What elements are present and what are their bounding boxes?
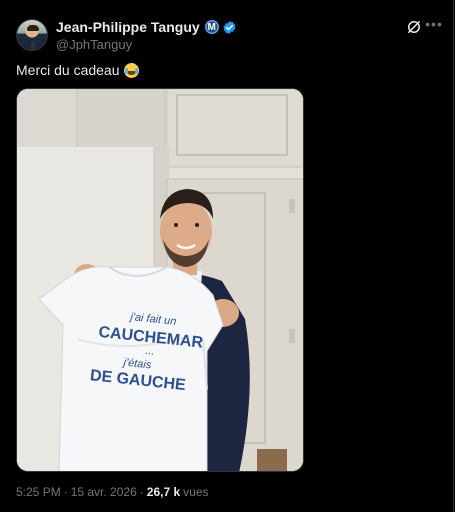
- tweet-meta: 5:25 PM · 15 avr. 2026 · 26,7 k vues: [16, 485, 209, 499]
- shirt-text-line-3: ...: [144, 345, 154, 358]
- tweet-text-content: Merci du cadeau: [16, 62, 120, 78]
- meta-separator: ·: [63, 485, 68, 499]
- verified-badge-icon: [223, 20, 236, 34]
- tweet-text: Merci du cadeau: [16, 62, 139, 78]
- avatar-hair: [27, 25, 39, 31]
- face-with-tears-of-joy-icon: [123, 62, 139, 78]
- author-row: Jean-Philippe Tanguy M: [56, 19, 237, 35]
- tweet-card[interactable]: Jean-Philippe Tanguy M @JphTanguy ••• Me…: [0, 0, 454, 512]
- author-handle[interactable]: @JphTanguy: [56, 37, 132, 52]
- author-name[interactable]: Jean-Philippe Tanguy: [56, 19, 200, 35]
- tweet-time[interactable]: 5:25 PM: [16, 485, 61, 499]
- more-icon[interactable]: •••: [425, 17, 443, 35]
- views-count[interactable]: 26,7 k: [147, 485, 180, 499]
- avatar[interactable]: [16, 19, 48, 51]
- tweet-photo[interactable]: j'ai fait un CAUCHEMAR ... j'étais DE GA…: [16, 88, 304, 472]
- grok-icon[interactable]: [405, 18, 423, 36]
- meta-separator: ·: [139, 485, 144, 499]
- tweet-date[interactable]: 15 avr. 2026: [71, 485, 137, 499]
- photo-illustration: j'ai fait un CAUCHEMAR ... j'étais DE GA…: [17, 89, 303, 471]
- avatar-tie: [31, 42, 35, 50]
- views-label: vues: [183, 485, 209, 499]
- party-badge-icon: M: [204, 20, 219, 34]
